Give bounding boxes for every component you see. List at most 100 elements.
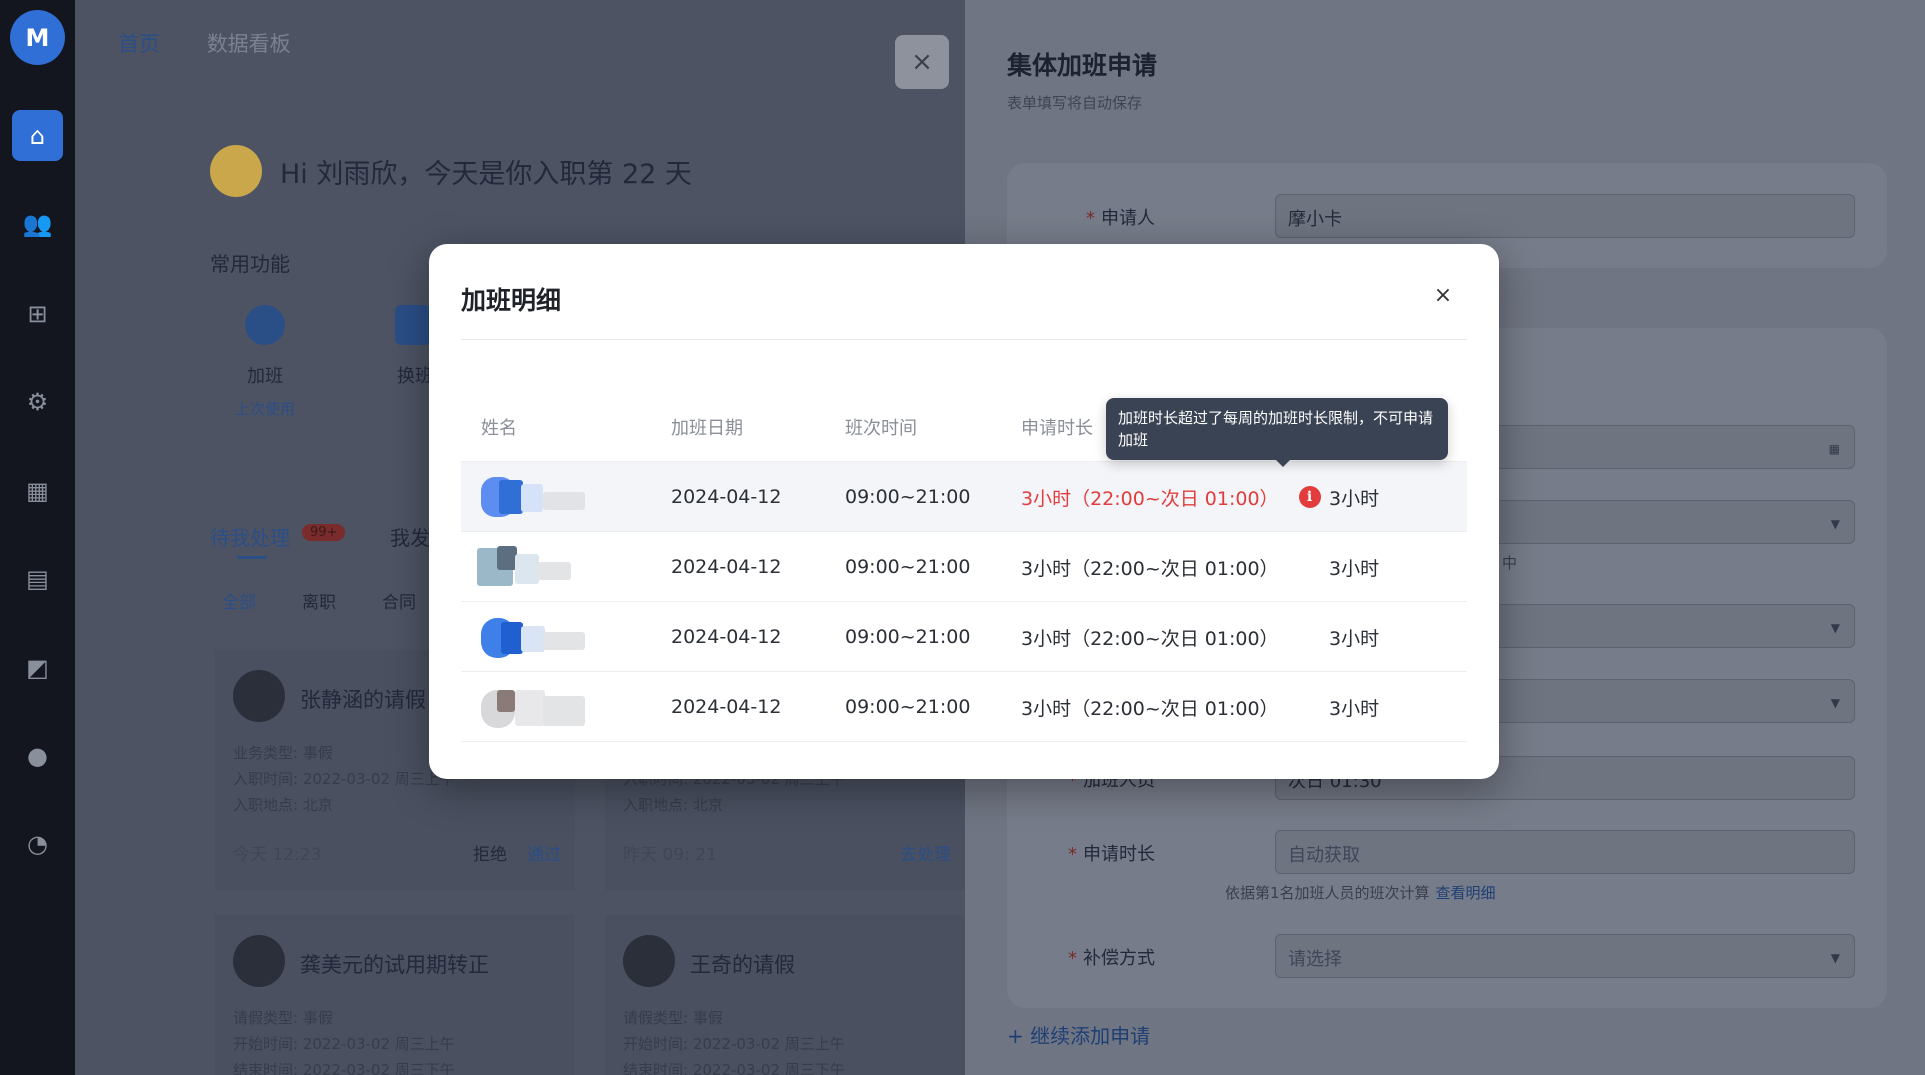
task-card-line: 入职时间: 2022-03-02 周三上午 [233, 770, 455, 788]
apply-duration: 3小时（22:00~次日 01:00） i [1021, 462, 1321, 532]
approve-button[interactable]: 通过 [527, 840, 561, 865]
shortcut-shift-swap-label[interactable]: 换班 [397, 362, 433, 388]
warning-info-icon[interactable]: i [1298, 486, 1321, 508]
table-row[interactable]: 2024-04-12 09:00~21:00 3小时（22:00~次日 01:0… [461, 602, 1467, 672]
org-chart-icon[interactable]: ⊞ [12, 288, 63, 339]
blurred-avatar [481, 684, 586, 730]
column-header-duration: 申请时长 [1021, 418, 1093, 439]
task-card-line: 结束时间: 2022-03-02 周三下午 [233, 1061, 455, 1075]
top-nav: 首页 数据看板 [118, 28, 331, 58]
task-card[interactable]: 龚美元的试用期转正 请假类型: 事假 开始时间: 2022-03-02 周三上午… [215, 915, 575, 1075]
shortcut-last-used: 上次使用 [235, 400, 296, 418]
report-icon[interactable]: ◩ [12, 642, 63, 693]
task-card-line: 开始时间: 2022-03-02 周三上午 [233, 1035, 455, 1053]
duration-input[interactable]: 自动获取 [1275, 830, 1855, 874]
process-button[interactable]: 去处理 [900, 840, 951, 865]
tab-pending-underline [237, 556, 267, 559]
chevron-down-icon: ▼ [1830, 696, 1840, 710]
modal-title: 加班明细 [461, 286, 562, 315]
table-row[interactable]: 2024-04-12 09:00~21:00 3小时（22:00~次日 01:0… [461, 462, 1467, 532]
tab-mine[interactable]: 我发 [390, 522, 430, 551]
overtime-date: 2024-04-12 [671, 486, 782, 508]
apply-duration: 3小时（22:00~次日 01:00） [1021, 697, 1279, 720]
blurred-name [477, 532, 586, 602]
close-icon: × [1433, 282, 1453, 308]
pie-chart-icon[interactable]: ◔ [12, 818, 63, 869]
common-functions-heading: 常用功能 [210, 252, 290, 276]
compensation-select[interactable]: 请选择 ▼ [1275, 934, 1855, 978]
applicant-label: * 申请人 [1086, 208, 1155, 229]
apply-duration-text: 3小时（22:00~次日 01:00） [1021, 487, 1279, 510]
team-icon[interactable]: 👥 [12, 198, 63, 249]
actual-duration: 3小时 [1329, 697, 1380, 720]
app-logo-icon[interactable]: M [10, 10, 65, 65]
task-card-line: 结束时间: 2022-03-02 周三下午 [623, 1061, 845, 1075]
task-card-line: 业务类型: 事假 [233, 744, 333, 762]
apply-duration: 3小时（22:00~次日 01:00） [1021, 557, 1279, 580]
shift-time: 09:00~21:00 [845, 626, 971, 648]
table-row[interactable]: 2024-04-12 09:00~21:00 3小时（22:00~次日 01:0… [461, 672, 1467, 742]
nav-home[interactable]: 首页 [118, 32, 160, 56]
modal-divider [461, 339, 1467, 340]
pending-count-badge: 99+ [302, 524, 346, 541]
avatar [233, 670, 285, 722]
overtime-date: 2024-04-12 [671, 696, 782, 718]
drawer-close-button[interactable]: × [895, 35, 949, 89]
task-card-line: 入职地点: 北京 [233, 796, 333, 814]
task-card-title: 龚美元的试用期转正 [300, 953, 489, 977]
shift-time: 09:00~21:00 [845, 486, 971, 508]
greeting: Hi 刘雨欣，今天是你入职第 22 天 [210, 145, 692, 197]
actual-duration: 3小时 [1329, 487, 1380, 510]
filter-all[interactable]: 全部 [222, 588, 256, 613]
avatar [233, 935, 285, 987]
blurred-avatar [481, 614, 586, 660]
task-card-line: 开始时间: 2022-03-02 周三上午 [623, 1035, 845, 1053]
filter-resign[interactable]: 离职 [302, 588, 336, 613]
close-icon: × [911, 47, 933, 77]
compensation-label: * 补偿方式 [1068, 948, 1155, 969]
task-card-line: 请假类型: 事假 [623, 1009, 723, 1027]
blurred-avatar [481, 474, 586, 520]
partial-hint-text: 中 [1502, 554, 1518, 572]
modal-close-button[interactable]: × [1429, 281, 1457, 309]
form-title: 集体加班申请 [1007, 51, 1158, 80]
blurred-name [481, 462, 586, 532]
chevron-down-icon: ▼ [1830, 621, 1840, 635]
actual-duration: 3小时 [1329, 627, 1380, 650]
view-details-link[interactable]: 查看明细 [1436, 884, 1496, 902]
ticket-icon[interactable]: ▤ [12, 553, 63, 604]
task-card-title: 张静涵的请假 [300, 688, 426, 712]
applicant-row: * 申请人 摩小卡 [1065, 194, 1855, 238]
nav-dashboard[interactable]: 数据看板 [207, 32, 291, 56]
calendar-icon[interactable]: ▦ [12, 465, 63, 516]
task-card-line: 请假类型: 事假 [233, 1009, 333, 1027]
chevron-down-icon: ▼ [1830, 951, 1840, 965]
shortcut-overtime-label[interactable]: 加班 [247, 362, 283, 388]
person-icon[interactable]: ● [12, 730, 63, 781]
home-icon[interactable]: ⌂ [12, 110, 63, 161]
overtime-shortcut-icon[interactable] [245, 305, 285, 345]
smile-emoji-icon [210, 145, 262, 197]
task-card-line: 入职地点: 北京 [623, 796, 723, 814]
shift-time: 09:00~21:00 [845, 556, 971, 578]
user-settings-icon[interactable]: ⚙ [12, 376, 63, 427]
shift-time: 09:00~21:00 [845, 696, 971, 718]
calendar-icon: ▦ [1828, 442, 1840, 456]
duration-hint: 依据第1名加班人员的班次计算 查看明细 [1225, 882, 1496, 903]
task-card-title: 王奇的请假 [690, 953, 795, 977]
task-card[interactable]: 王奇的请假 请假类型: 事假 开始时间: 2022-03-02 周三上午 结束时… [605, 915, 965, 1075]
column-header-name: 姓名 [481, 418, 517, 439]
compensation-row: * 补偿方式 请选择 ▼ [1065, 934, 1855, 978]
shift-swap-shortcut-icon[interactable] [395, 305, 430, 345]
column-header-date: 加班日期 [671, 418, 743, 439]
tab-pending[interactable]: 待我处理 [210, 522, 290, 551]
add-more-button[interactable]: + 继续添加申请 [1007, 1020, 1150, 1049]
reject-button[interactable]: 拒绝 [473, 840, 507, 865]
table-row[interactable]: 2024-04-12 09:00~21:00 3小时（22:00~次日 01:0… [461, 532, 1467, 602]
filter-contract[interactable]: 合同 [382, 588, 416, 613]
applicant-input[interactable]: 摩小卡 [1275, 194, 1855, 238]
actual-duration: 3小时 [1329, 557, 1380, 580]
task-card-time: 昨天 09: 21 [623, 845, 717, 865]
duration-hint-text: 依据第1名加班人员的班次计算 [1225, 884, 1430, 902]
overtime-date: 2024-04-12 [671, 626, 782, 648]
